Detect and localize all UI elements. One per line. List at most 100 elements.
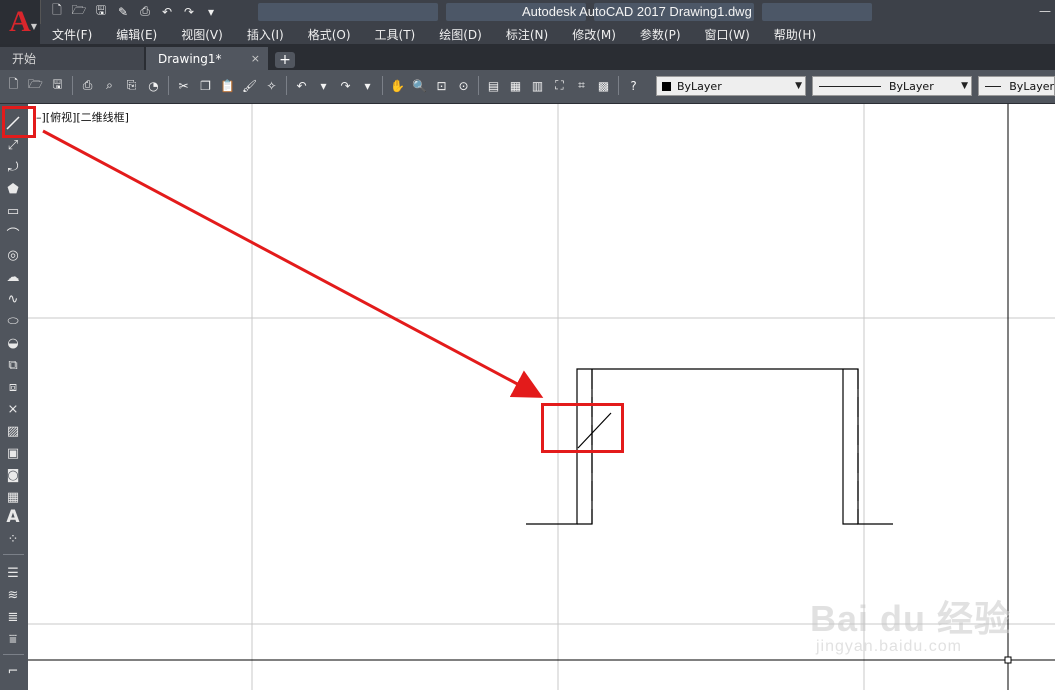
tab-drawing1[interactable]: Drawing1* × <box>146 47 268 70</box>
toolbar-divider <box>168 76 169 95</box>
open-icon[interactable]: 🗁 <box>70 3 88 20</box>
publish-icon[interactable]: ⎘ <box>122 76 141 95</box>
properties-icon[interactable]: ▤ <box>484 76 503 95</box>
viewport-controls-label[interactable]: –][俯视][二维线框] <box>36 109 129 125</box>
window-title: Autodesk AutoCAD 2017 Drawing1.dwg <box>522 4 752 19</box>
linetype-preview <box>819 85 881 87</box>
make-block-icon[interactable]: ⧈ <box>3 378 23 396</box>
open-icon[interactable]: 🗁 <box>26 76 45 95</box>
table-icon[interactable]: ▦ <box>3 488 23 506</box>
chevron-down-icon[interactable]: ▾ <box>358 76 377 95</box>
minimize-icon[interactable]: — <box>1039 0 1051 22</box>
tab-start-label: 开始 <box>12 52 37 66</box>
chevron-down-icon: ▼ <box>961 81 968 91</box>
lineweight-dropdown[interactable]: ByLayer <box>978 76 1055 96</box>
save-icon[interactable]: 🖫 <box>48 76 67 95</box>
save-icon[interactable]: 🖫 <box>92 3 110 20</box>
zoom-window-icon[interactable]: ⊡ <box>432 76 451 95</box>
spline-icon[interactable]: ∿ <box>3 290 23 308</box>
plot-icon[interactable]: ⎙ <box>78 76 97 95</box>
menu-view[interactable]: 视图(V) <box>169 26 235 43</box>
ellipse-icon[interactable]: ⬭ <box>3 312 23 330</box>
arc-icon[interactable]: ⌒ <box>3 224 23 243</box>
design-center-icon[interactable]: ▦ <box>506 76 525 95</box>
title-bar: 🗋 🗁 🖫 ✎ ⎙ ↶ ↷ ▾ Autodesk AutoCAD 2017 Dr… <box>0 0 1055 24</box>
revision-cloud-icon[interactable]: ☁ <box>3 268 23 286</box>
menu-edit[interactable]: 编辑(E) <box>104 26 169 43</box>
calculator-icon[interactable]: ▩ <box>594 76 613 95</box>
layer-isolate-icon[interactable]: ⩸ <box>3 630 23 648</box>
zoom-realtime-icon[interactable]: 🔍 <box>410 76 429 95</box>
sheet-set-icon[interactable]: ⛶ <box>550 76 569 95</box>
hatch-icon[interactable]: ▨ <box>3 422 23 440</box>
layer-state-icon[interactable]: ≋ <box>3 586 23 604</box>
layer-properties-icon[interactable]: ☰ <box>3 564 23 582</box>
tab-start[interactable]: 开始 <box>0 47 144 70</box>
plot-preview-icon[interactable]: ⌕ <box>100 76 119 95</box>
add-selected-icon[interactable]: ⁘ <box>3 530 23 548</box>
3d-print-icon[interactable]: ◔ <box>144 76 163 95</box>
plot-icon[interactable]: ⎙ <box>136 3 154 20</box>
pan-icon[interactable]: ✋ <box>388 76 407 95</box>
undo-icon[interactable]: ↶ <box>158 3 176 20</box>
match-properties-icon[interactable]: 🖌 <box>240 76 259 95</box>
layer-previous-icon[interactable]: ≣ <box>3 608 23 626</box>
menu-format[interactable]: 格式(O) <box>296 26 363 43</box>
insert-block-icon[interactable]: ⧉ <box>3 356 23 374</box>
menu-modify[interactable]: 修改(M) <box>560 26 628 43</box>
gradient-icon[interactable]: ▣ <box>3 444 23 462</box>
close-icon[interactable]: × <box>251 52 260 65</box>
more-icon[interactable]: ▾ <box>202 3 220 20</box>
zoom-previous-icon[interactable]: ⊙ <box>454 76 473 95</box>
copy-icon[interactable]: ❐ <box>196 76 215 95</box>
color-swatch <box>662 81 671 91</box>
construction-line-icon[interactable]: ⤢ <box>3 136 23 154</box>
toolbar-divider <box>72 76 73 95</box>
region-icon[interactable]: ◙ <box>3 466 23 484</box>
menu-file[interactable]: 文件(F) <box>40 26 104 43</box>
undo-icon[interactable]: ↶ <box>292 76 311 95</box>
point-icon[interactable]: ⨯ <box>3 400 23 418</box>
saveas-icon[interactable]: ✎ <box>114 3 132 20</box>
fillet-icon[interactable]: ⌐ <box>3 662 23 680</box>
block-editor-icon[interactable]: ✧ <box>262 76 281 95</box>
help-icon[interactable]: ? <box>624 76 643 95</box>
menu-insert[interactable]: 插入(I) <box>235 26 296 43</box>
tab-drawing1-label: Drawing1* <box>158 51 222 66</box>
rectangle-icon[interactable]: ▭ <box>3 202 23 220</box>
circle-icon[interactable]: ◎ <box>3 246 23 264</box>
menu-window[interactable]: 窗口(W) <box>693 26 762 43</box>
redo-icon[interactable]: ↷ <box>180 3 198 20</box>
paste-icon[interactable]: 📋 <box>218 76 237 95</box>
redo-icon[interactable]: ↷ <box>336 76 355 95</box>
menu-tools[interactable]: 工具(T) <box>363 26 428 43</box>
watermark-brand: Bai du 经验 <box>810 598 1012 639</box>
standard-toolbar: 🗋 🗁 🖫 ⎙ ⌕ ⎘ ◔ ✂ ❐ 📋 🖌 ✧ ↶ ▾ ↷ ▾ ✋ 🔍 ⊡ ⊙ … <box>0 70 1055 104</box>
toolbar-divider <box>3 654 24 655</box>
polyline-icon[interactable]: ⤾ <box>3 158 23 176</box>
menu-bar: 文件(F) 编辑(E) 视图(V) 插入(I) 格式(O) 工具(T) 绘图(D… <box>40 24 1055 44</box>
watermark-url: jingyan.baidu.com <box>816 638 962 655</box>
highlight-line-tool <box>2 106 36 138</box>
lineweight-preview <box>985 85 1002 87</box>
menu-dimension[interactable]: 标注(N) <box>494 26 560 43</box>
ellipse-arc-icon[interactable]: ◒ <box>3 334 23 352</box>
menu-parametric[interactable]: 参数(P) <box>628 26 693 43</box>
application-menu-button[interactable]: A ▼ <box>0 0 41 44</box>
new-icon[interactable]: 🗋 <box>4 76 23 95</box>
watermark: Bai du 经验 jingyan.baidu.com <box>810 600 1011 656</box>
chevron-down-icon[interactable]: ▾ <box>314 76 333 95</box>
tool-palettes-icon[interactable]: ▥ <box>528 76 547 95</box>
cut-icon[interactable]: ✂ <box>174 76 193 95</box>
new-icon[interactable]: 🗋 <box>48 3 66 20</box>
callout-arrow <box>42 129 544 398</box>
new-tab-button[interactable]: + <box>275 52 295 68</box>
menu-help[interactable]: 帮助(H) <box>762 26 828 43</box>
polygon-icon[interactable]: ⬟ <box>3 180 23 198</box>
multiline-text-icon[interactable]: A <box>3 507 23 527</box>
color-dropdown[interactable]: ByLayer ▼ <box>656 76 806 96</box>
toolbar-divider <box>3 554 24 555</box>
menu-draw[interactable]: 绘图(D) <box>427 26 494 43</box>
markup-icon[interactable]: ⌗ <box>572 76 591 95</box>
linetype-dropdown[interactable]: ByLayer ▼ <box>812 76 972 96</box>
